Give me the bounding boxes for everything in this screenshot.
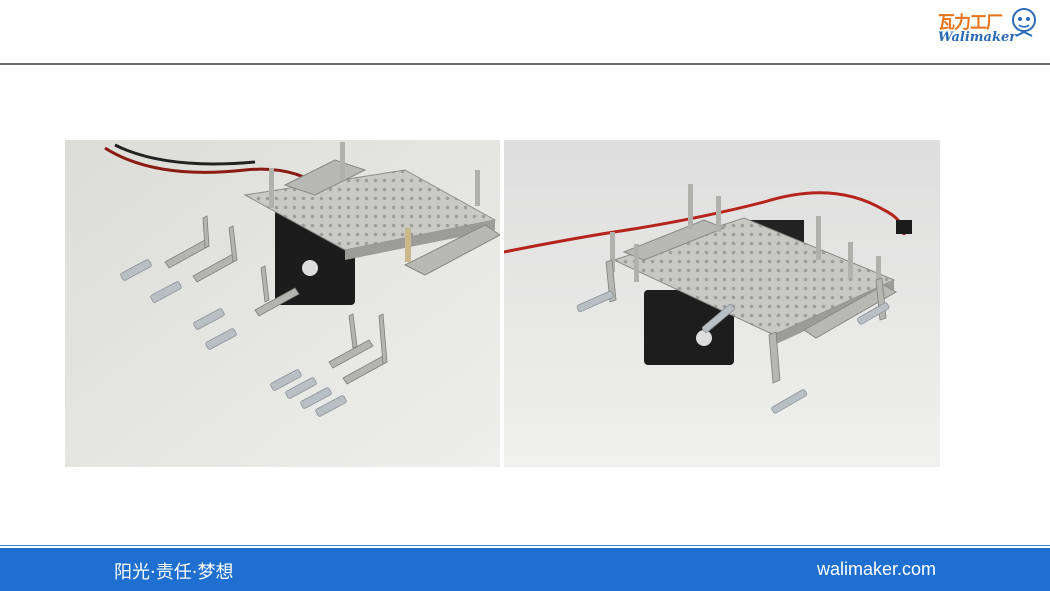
photo-parts-layout [65, 140, 500, 467]
footer-website: walimaker.com [816, 559, 936, 579]
footer-divider [0, 545, 1050, 546]
footer-slogan: 阳光·责任·梦想 [114, 562, 234, 583]
logo-text-en: Walimaker [938, 30, 1017, 45]
brand-logo: 瓦力工厂 Walimaker [938, 6, 1040, 54]
header-divider [0, 63, 1050, 65]
photo-assembled-chassis [504, 140, 940, 467]
robot-head-icon [1012, 8, 1036, 37]
footer-bar: 阳光·责任·梦想 walimaker.com [0, 548, 1050, 591]
